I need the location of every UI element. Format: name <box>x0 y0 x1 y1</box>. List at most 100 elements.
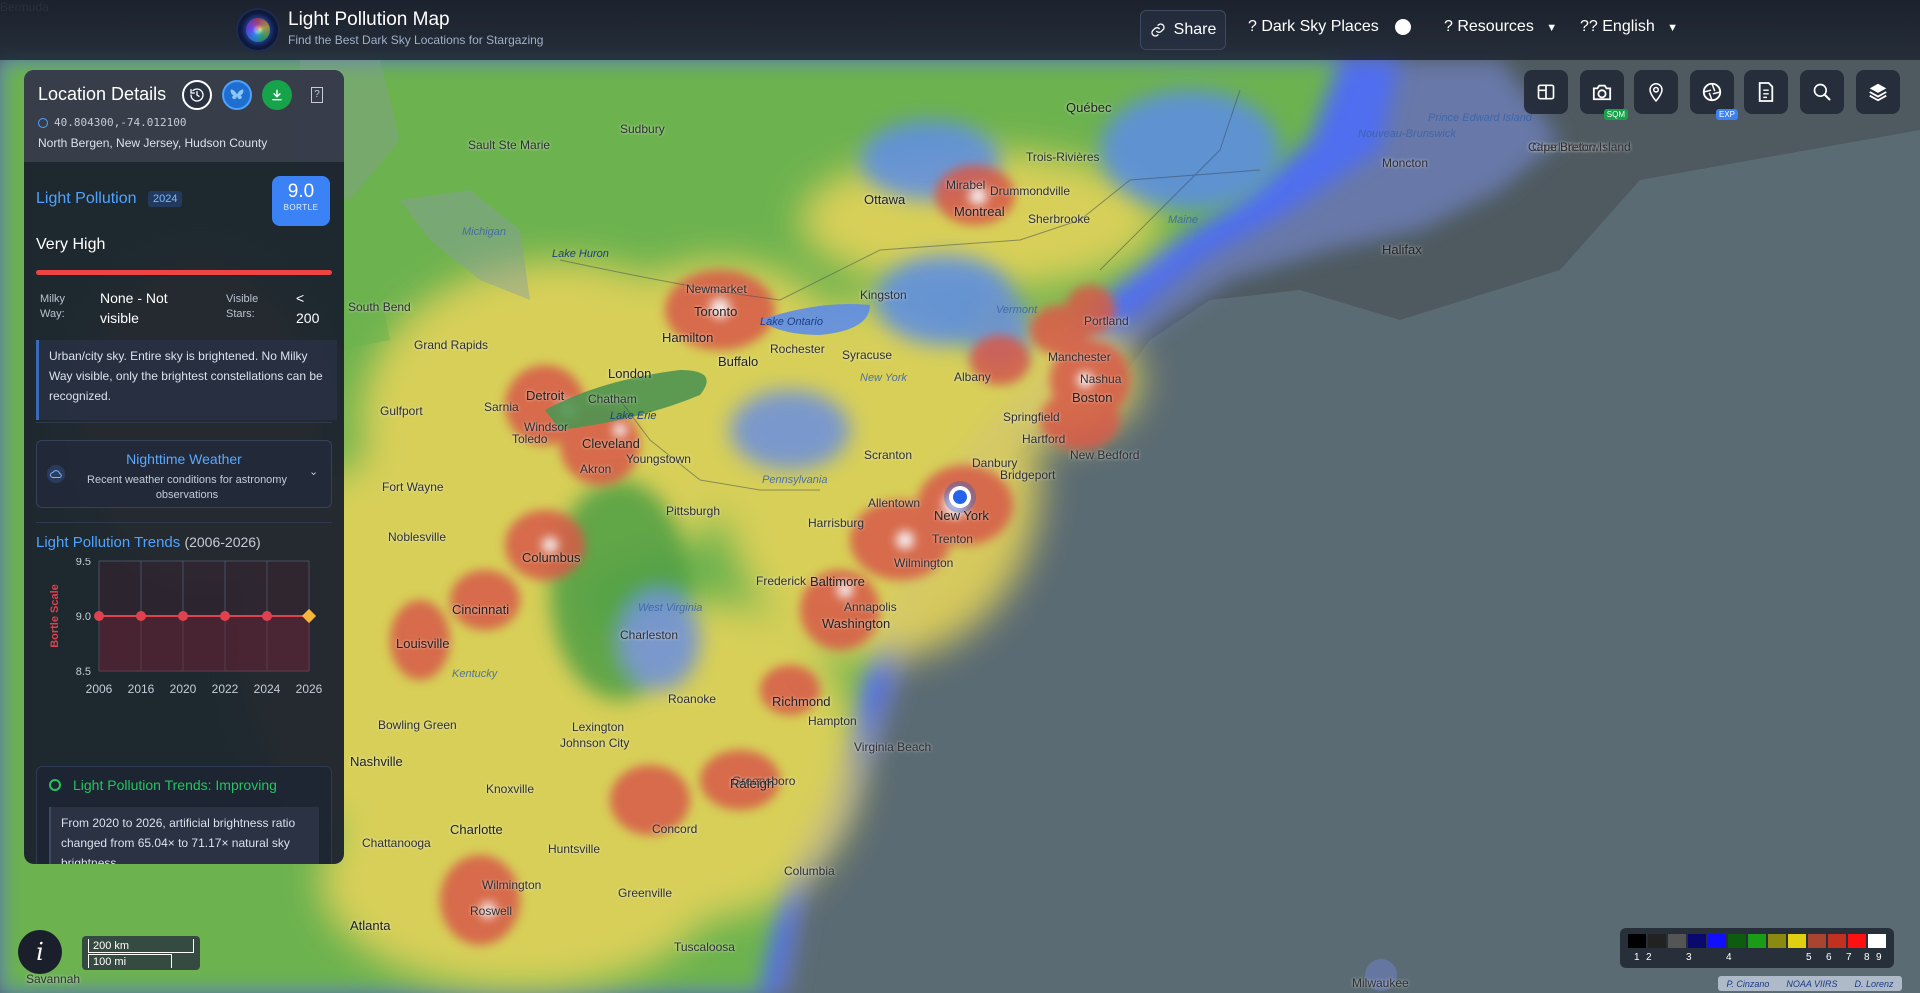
data-point[interactable] <box>136 611 146 621</box>
legend-swatch <box>1688 934 1706 948</box>
map-label: Raleigh <box>730 776 775 791</box>
download-button[interactable] <box>262 80 292 110</box>
map-label: Baltimore <box>810 574 865 589</box>
aperture-tool-button[interactable]: EXP <box>1690 70 1738 120</box>
compare-tool-button[interactable] <box>1524 70 1568 114</box>
aperture-icon <box>1701 81 1723 103</box>
bluesky-button[interactable] <box>222 80 252 110</box>
visible-stars-value: < 200 <box>296 288 319 328</box>
layers-tool-button[interactable] <box>1856 70 1900 114</box>
x-tick-label: 2022 <box>212 682 239 696</box>
info-button[interactable]: i <box>18 930 62 974</box>
map-label: Charleston <box>620 628 679 642</box>
map-label: Ottawa <box>864 192 906 207</box>
legend-number: 8 <box>1864 952 1870 963</box>
link-icon <box>1151 23 1165 37</box>
data-point[interactable] <box>262 611 272 621</box>
map-label: Youngstown <box>626 452 691 466</box>
panel-header: Location Details ? 40.804300,-74.012100 … <box>24 70 344 162</box>
nighttime-weather-section[interactable]: Nighttime Weather Recent weather conditi… <box>36 440 332 508</box>
location-pin-tool-button[interactable] <box>1634 70 1678 114</box>
map-label: Michigan <box>462 226 507 238</box>
y-tick-label: 8.5 <box>76 666 91 678</box>
x-tick-label: 2026 <box>296 682 323 696</box>
map-label: Allentown <box>868 496 921 510</box>
map-label: Chattanooga <box>362 836 431 850</box>
attribution-item: P. Cinzano <box>1726 978 1770 989</box>
trends-title: Light Pollution Trends <box>36 534 181 551</box>
map-label: Huntsville <box>548 842 601 856</box>
map-label: Maine <box>1168 214 1198 226</box>
legend-number: 2 <box>1646 952 1652 963</box>
map-label: Scranton <box>864 448 913 462</box>
trend-status-text: From 2020 to 2026, artificial brightness… <box>49 807 319 864</box>
document-tool-button[interactable] <box>1744 70 1788 114</box>
chevron-down-icon: ▼ <box>1546 22 1558 34</box>
map-label: Annapolis <box>844 600 897 614</box>
map-label: New York <box>934 508 989 523</box>
x-tick-label: 2020 <box>170 682 197 696</box>
camera-tool-button[interactable]: SQM <box>1580 70 1628 120</box>
toggle-switch[interactable] <box>1394 19 1411 35</box>
light-pollution-label: Light Pollution <box>36 190 137 207</box>
map-label: Moncton <box>1382 156 1429 170</box>
target-icon <box>38 117 48 128</box>
map-label: Sudbury <box>620 122 665 136</box>
language-menu[interactable]: ?? English ▼ <box>1580 18 1678 36</box>
trend-chart: 9.5 9.0 8.5 2006 2016 2020 2022 2024 2026 Bortl… <box>49 558 323 696</box>
attribution: P. Cinzano NOAA VIIRS D. Lorenz <box>1718 976 1902 991</box>
map-label: Knoxville <box>486 782 535 796</box>
legend-swatch <box>1768 934 1786 948</box>
map-label: Albany <box>954 370 991 384</box>
map-label: Newmarket <box>686 282 747 296</box>
download-icon <box>272 89 282 101</box>
resources-menu[interactable]: ? Resources ▼ <box>1444 18 1557 36</box>
map-label: Lake Erie <box>610 410 657 422</box>
map-label: South Bend <box>348 300 411 314</box>
legend-swatch <box>1788 934 1806 948</box>
map-label: Roanoke <box>668 692 717 706</box>
divider <box>36 522 332 523</box>
map-label: Pennsylvania <box>762 474 828 486</box>
visible-stars-value-line: 200 <box>296 310 320 326</box>
dark-sky-label: ? Dark Sky Places <box>1248 18 1379 35</box>
chevron-down-icon[interactable]: ⌄ <box>309 465 318 478</box>
map-label: Johnson City <box>560 736 630 750</box>
legend-swatch <box>1808 934 1826 948</box>
data-point[interactable] <box>94 611 104 621</box>
visible-stars-label-line: Visible <box>226 293 259 305</box>
data-point[interactable] <box>178 611 188 621</box>
bortle-badge: 9.0 BORTLE <box>272 176 330 226</box>
legend-number: 4 <box>1726 952 1732 963</box>
map-label: Washington <box>822 616 891 631</box>
trend-status-line: brightness. <box>61 856 120 864</box>
map-label: Vermont <box>996 304 1038 316</box>
map-label: Lake Ontario <box>760 316 823 328</box>
legend-swatch <box>1708 934 1726 948</box>
map-label: Virginia Beach <box>854 740 932 754</box>
status-circle-icon <box>49 779 61 791</box>
map-label: Columbus <box>522 550 581 565</box>
butterfly-icon <box>230 89 244 100</box>
camera-icon <box>1591 82 1613 102</box>
data-point[interactable] <box>220 611 230 621</box>
app-logo[interactable] <box>238 10 278 50</box>
dark-sky-places-toggle[interactable]: ? Dark Sky Places <box>1248 18 1411 36</box>
help-button[interactable]: ? <box>302 80 332 110</box>
search-tool-button[interactable] <box>1800 70 1844 114</box>
help-icon: ? <box>311 87 323 103</box>
legend-swatch <box>1828 934 1846 948</box>
cloud-icon <box>47 465 65 483</box>
info-icon: i <box>36 938 44 966</box>
map-label: Nashville <box>350 754 403 769</box>
map-label: Wilmington <box>482 878 542 892</box>
history-button[interactable] <box>182 80 212 110</box>
map-label: Savannah <box>26 972 81 986</box>
legend-number: 3 <box>1686 952 1692 963</box>
map-label: Sarnia <box>484 400 519 414</box>
location-details-panel: Location Details ? 40.804300,-74.012100 … <box>24 70 344 864</box>
map-label: Gulfport <box>380 404 423 418</box>
map-label: Portland <box>1084 314 1129 328</box>
map-label: Hartford <box>1022 432 1066 446</box>
share-button[interactable]: Share <box>1140 10 1226 50</box>
